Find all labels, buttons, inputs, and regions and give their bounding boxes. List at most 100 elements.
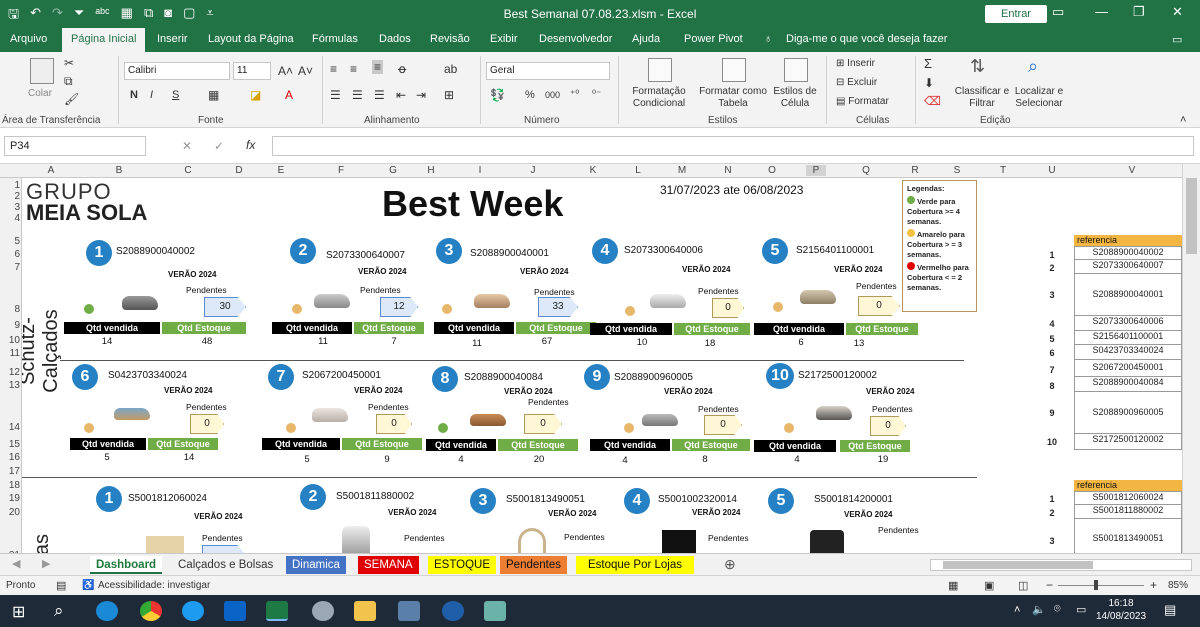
column-header[interactable]: N — [718, 165, 738, 176]
ref-cell[interactable]: S2088900040001 — [1074, 274, 1182, 316]
zoom-out-icon[interactable]: − — [1046, 578, 1053, 592]
borders-icon[interactable]: ▦ — [208, 88, 219, 102]
row-header[interactable]: 4 — [0, 213, 20, 224]
add-sheet-icon[interactable]: ⊕ — [724, 556, 736, 573]
ref-cell[interactable]: S0423703340024 — [1074, 345, 1182, 360]
underline-button[interactable]: S — [172, 89, 179, 101]
network-tray-icon[interactable]: ⌾ — [1054, 603, 1061, 616]
accessibility-icon[interactable]: ♿ — [82, 580, 94, 591]
copy-format-icon[interactable]: ⧉ — [64, 74, 73, 89]
zoom-in-icon[interactable]: + — [1150, 578, 1157, 592]
tab-inserir[interactable]: Inserir — [157, 33, 188, 45]
column-header[interactable]: O — [762, 165, 782, 176]
column-header[interactable]: D — [229, 165, 249, 176]
file-explorer-icon[interactable] — [354, 601, 376, 621]
column-header[interactable]: E — [271, 165, 291, 176]
row-header[interactable]: 3 — [0, 202, 20, 213]
orientation-icon[interactable]: ꝋ — [398, 62, 406, 76]
minimize-icon[interactable]: — — [1095, 4, 1108, 19]
tab-desenvolvedor[interactable]: Desenvolvedor — [539, 33, 612, 45]
ref-cell[interactable]: S5001812060024 — [1074, 491, 1182, 505]
column-header[interactable]: I — [470, 165, 490, 176]
column-header[interactable]: C — [178, 165, 198, 176]
comments-icon[interactable]: ▭ — [1172, 33, 1182, 46]
bold-button[interactable]: N — [130, 89, 138, 101]
tab-formulas[interactable]: Fórmulas — [312, 33, 358, 45]
sort-filter-button[interactable]: Classificar e Filtrar — [954, 86, 1010, 110]
restore-icon[interactable]: ❐ — [1133, 4, 1145, 20]
ref-cell[interactable]: S2156401100001 — [1074, 331, 1182, 345]
tab-power-pivot[interactable]: Power Pivot — [684, 33, 743, 45]
increase-font-icon[interactable]: A˄ — [278, 64, 293, 78]
macro-record-icon[interactable]: ▤ — [56, 579, 66, 592]
zoom-slider-thumb[interactable] — [1094, 580, 1098, 590]
decrease-decimal-icon[interactable]: ⁰⁻ — [592, 89, 601, 100]
search-icon[interactable]: ⌕ — [54, 601, 64, 621]
insert-cells-button[interactable]: ⊞ Inserir — [836, 58, 875, 69]
column-header[interactable]: Q — [856, 165, 876, 176]
skype-icon[interactable] — [182, 601, 204, 621]
horizontal-scrollbar[interactable] — [930, 559, 1192, 571]
sheet-tab-estoque-lojas[interactable]: Estoque Por Lojas — [576, 556, 694, 574]
zoom-level[interactable]: 85% — [1168, 580, 1188, 591]
tab-exibir[interactable]: Exibir — [490, 33, 518, 45]
tell-me-search[interactable]: Diga-me o que você deseja fazer — [786, 33, 947, 45]
clear-icon[interactable]: ⌫ — [924, 94, 941, 108]
network-icon[interactable] — [398, 601, 420, 621]
column-header[interactable]: T — [993, 165, 1013, 176]
wrap-text-icon[interactable]: ab — [444, 62, 457, 76]
currency-icon[interactable]: 💱 — [490, 88, 505, 102]
tab-pagina-inicial[interactable]: Página Inicial — [62, 28, 146, 52]
collapse-ribbon-icon[interactable]: ˄ — [1180, 114, 1186, 126]
cut-icon[interactable]: ✂ — [64, 56, 74, 70]
row-header[interactable]: 9 — [0, 320, 20, 331]
row-header[interactable]: 10 — [0, 335, 20, 346]
row-header[interactable]: 19 — [0, 493, 20, 504]
delete-cells-button[interactable]: ⊟ Excluir — [836, 77, 877, 88]
tray-chevron-icon[interactable]: ˄ — [1014, 604, 1020, 616]
column-header[interactable]: F — [331, 165, 351, 176]
column-header[interactable]: P — [806, 165, 826, 176]
conditional-format-button[interactable]: Formatação Condicional — [624, 86, 694, 110]
tab-arquivo[interactable]: Arquivo — [10, 33, 47, 45]
sheet-tab-dashboard[interactable]: Dashboard — [90, 556, 163, 574]
find-icon[interactable]: ⌕ — [1028, 56, 1038, 77]
zoom-slider[interactable] — [1058, 585, 1144, 586]
tab-dados[interactable]: Dados — [379, 33, 411, 45]
column-header[interactable]: K — [583, 165, 603, 176]
fill-icon[interactable]: ⬇ — [924, 76, 934, 90]
column-header[interactable]: U — [1042, 165, 1062, 176]
percent-button[interactable]: % — [525, 89, 535, 101]
next-sheet-icon[interactable]: ▶ — [42, 557, 50, 570]
chrome-icon[interactable] — [140, 601, 162, 621]
browser-icon[interactable] — [442, 601, 464, 621]
enter-icon[interactable]: ✓ — [214, 139, 224, 153]
tab-layout[interactable]: Layout da Página — [208, 33, 294, 45]
row-header[interactable]: 15 — [0, 439, 20, 450]
close-icon[interactable]: ✕ — [1172, 4, 1183, 20]
volume-icon[interactable]: 🔈 — [1032, 603, 1046, 616]
align-middle-icon[interactable]: ≡ — [350, 62, 357, 76]
app-icon[interactable] — [312, 601, 334, 621]
accessibility-status[interactable]: Acessibilidade: investigar — [98, 580, 210, 591]
align-center-icon[interactable]: ☰ — [352, 88, 363, 102]
row-header[interactable]: 7 — [0, 262, 20, 273]
row-header[interactable]: 6 — [0, 249, 20, 260]
page-layout-icon[interactable]: ▣ — [984, 579, 994, 592]
tab-revisao[interactable]: Revisão — [430, 33, 470, 45]
row-header[interactable]: 12 — [0, 367, 20, 378]
prev-sheet-icon[interactable]: ◀ — [12, 557, 20, 570]
format-painter-icon[interactable]: 🖌 — [64, 92, 79, 106]
align-bottom-icon[interactable]: ≡ — [372, 60, 384, 74]
clock[interactable]: 16:18 14/08/2023 — [1096, 597, 1146, 623]
format-cells-button[interactable]: ▤ Formatar — [836, 96, 889, 107]
tab-ajuda[interactable]: Ajuda — [632, 33, 660, 45]
column-header[interactable]: G — [383, 165, 403, 176]
excel-icon[interactable] — [266, 601, 288, 621]
start-icon[interactable]: ⊞ — [12, 602, 25, 622]
row-header[interactable]: 13 — [0, 380, 20, 391]
horizontal-scroll-thumb[interactable] — [943, 561, 1093, 569]
row-header[interactable]: 5 — [0, 236, 20, 247]
normal-view-icon[interactable]: ▦ — [948, 579, 958, 592]
align-left-icon[interactable]: ☰ — [330, 88, 341, 102]
